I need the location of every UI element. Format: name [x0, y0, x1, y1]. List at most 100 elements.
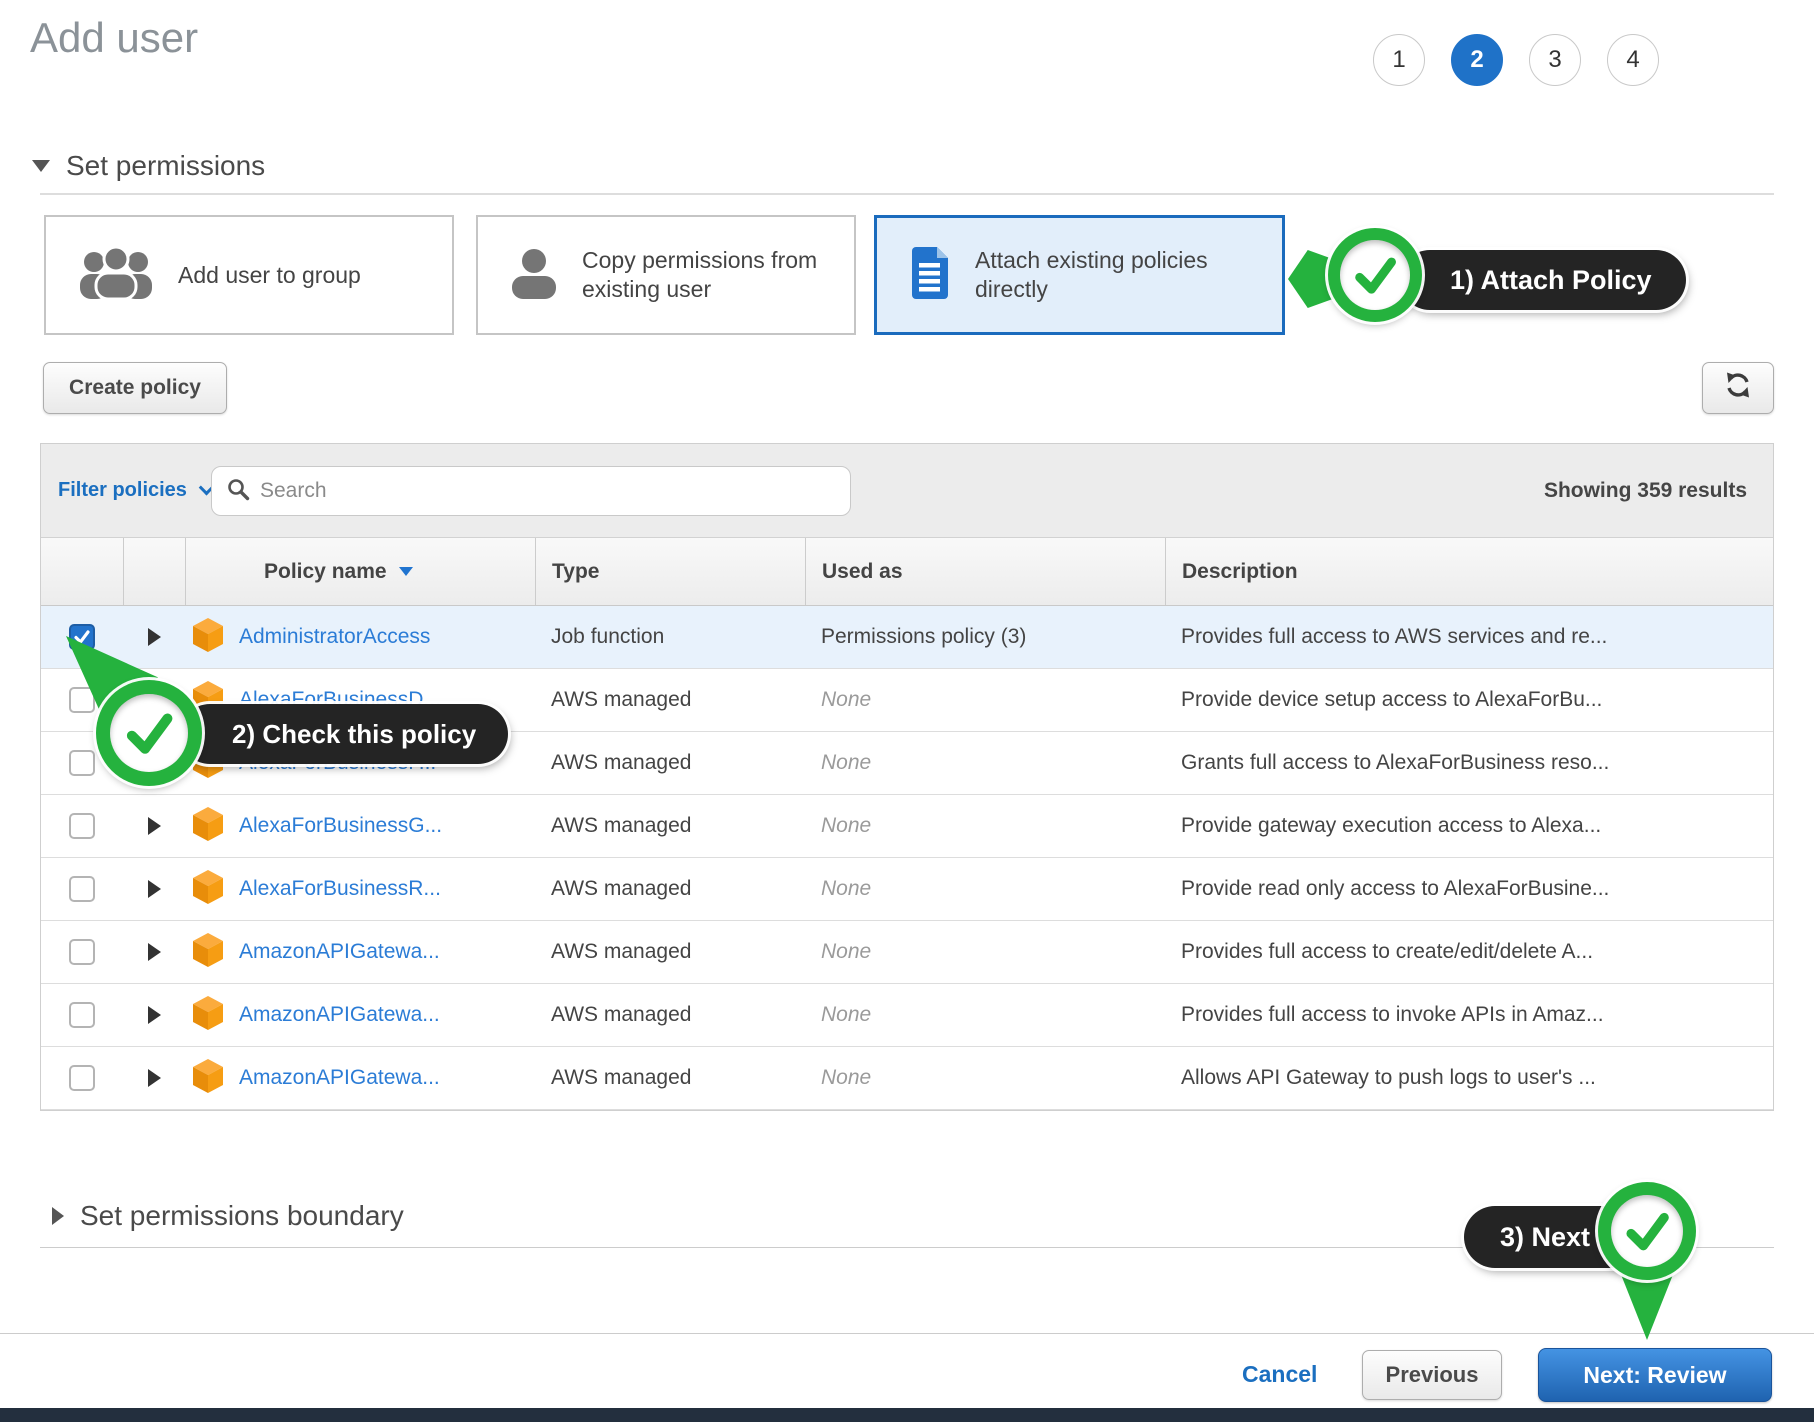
- row-checkbox[interactable]: [69, 1065, 95, 1091]
- expand-icon[interactable]: [123, 628, 185, 646]
- column-header-description[interactable]: Description: [1165, 538, 1773, 605]
- policy-icon: [193, 996, 223, 1035]
- policy-type: AWS managed: [535, 1003, 805, 1027]
- table-row: AmazonAPIGatewa... AWS managed None Prov…: [41, 921, 1773, 984]
- option-label: Copy permissions from existing user: [582, 246, 830, 304]
- annotation-attach-policy: 1) Attach Policy: [1400, 250, 1686, 310]
- row-checkbox[interactable]: [69, 876, 95, 902]
- policy-used-as: None: [805, 940, 1165, 964]
- policies-table: Filter policies Showing 359 results Poli…: [40, 443, 1774, 1111]
- policy-name-link[interactable]: AmazonAPIGatewa...: [239, 1003, 440, 1027]
- policy-icon: [193, 933, 223, 972]
- option-copy-permissions[interactable]: Copy permissions from existing user: [476, 215, 856, 335]
- caret-down-icon: [32, 160, 50, 172]
- search-input[interactable]: [260, 479, 836, 503]
- search-icon: [226, 477, 250, 506]
- results-count: Showing 359 results: [1544, 444, 1747, 538]
- option-add-user-to-group[interactable]: Add user to group: [44, 215, 454, 335]
- annotation-check-badge: [96, 680, 202, 786]
- check-icon: [120, 704, 178, 762]
- annotation-label: 2) Check this policy: [232, 719, 476, 750]
- option-label: Attach existing policies directly: [975, 246, 1223, 304]
- annotation-check-this-policy: 2) Check this policy: [180, 704, 508, 764]
- policy-used-as: None: [805, 1003, 1165, 1027]
- policy-name-link[interactable]: AmazonAPIGatewa...: [239, 940, 440, 964]
- step-1: 1: [1373, 34, 1425, 86]
- policy-description: Provides full access to invoke APIs in A…: [1165, 1003, 1773, 1027]
- expand-icon[interactable]: [123, 1069, 185, 1087]
- column-header-policy-name[interactable]: Policy name: [185, 538, 535, 605]
- table-header: Policy name Type Used as Description: [41, 538, 1773, 606]
- policy-description: Provide gateway execution access to Alex…: [1165, 814, 1773, 838]
- annotation-label: 1) Attach Policy: [1450, 265, 1652, 296]
- row-checkbox[interactable]: [69, 813, 95, 839]
- cancel-button[interactable]: Cancel: [1242, 1348, 1317, 1400]
- row-checkbox[interactable]: [69, 939, 95, 965]
- policy-type: AWS managed: [535, 877, 805, 901]
- check-icon: [1620, 1204, 1674, 1258]
- policy-name-link[interactable]: AlexaForBusinessR...: [239, 877, 441, 901]
- section-label: Set permissions boundary: [80, 1200, 404, 1232]
- policy-icon: [193, 807, 223, 846]
- expand-icon[interactable]: [123, 880, 185, 898]
- policy-icon: [193, 870, 223, 909]
- option-label: Add user to group: [178, 261, 426, 290]
- sort-desc-icon: [399, 567, 413, 576]
- policy-type: AWS managed: [535, 1066, 805, 1090]
- page-title: Add user: [30, 14, 198, 62]
- expand-icon[interactable]: [123, 1006, 185, 1024]
- filter-policies-dropdown[interactable]: Filter policies: [58, 479, 212, 502]
- policy-description: Provides full access to AWS services and…: [1165, 625, 1773, 649]
- expand-icon[interactable]: [123, 943, 185, 961]
- previous-button[interactable]: Previous: [1362, 1350, 1502, 1400]
- row-checkbox[interactable]: [69, 1002, 95, 1028]
- next-review-button[interactable]: Next: Review: [1538, 1348, 1772, 1402]
- policy-type: AWS managed: [535, 940, 805, 964]
- column-header-used-as[interactable]: Used as: [805, 538, 1165, 605]
- section-set-permissions-boundary[interactable]: Set permissions boundary: [52, 1200, 404, 1232]
- row-checkbox[interactable]: [69, 750, 95, 776]
- step-3: 3: [1529, 34, 1581, 86]
- policy-type: AWS managed: [535, 814, 805, 838]
- column-header-type[interactable]: Type: [535, 538, 805, 605]
- policy-used-as: None: [805, 814, 1165, 838]
- table-body: AdministratorAccess Job function Permiss…: [41, 606, 1773, 1110]
- section-label: Set permissions: [66, 150, 265, 182]
- policy-name-link[interactable]: AmazonAPIGatewa...: [239, 1066, 440, 1090]
- user-icon: [510, 247, 558, 304]
- policy-icon: [193, 1059, 223, 1098]
- table-row: AlexaForBusinessR... AWS managed None Pr…: [41, 858, 1773, 921]
- policy-used-as: Permissions policy (3): [805, 625, 1165, 649]
- table-row: AmazonAPIGatewa... AWS managed None Allo…: [41, 1047, 1773, 1110]
- section-set-permissions[interactable]: Set permissions: [32, 150, 265, 182]
- step-4: 4: [1607, 34, 1659, 86]
- option-attach-existing-policies[interactable]: Attach existing policies directly: [874, 215, 1285, 335]
- caret-right-icon: [52, 1207, 64, 1225]
- policy-search-box: [211, 466, 851, 516]
- refresh-button[interactable]: [1702, 362, 1774, 414]
- policy-type: AWS managed: [535, 751, 805, 775]
- policy-used-as: None: [805, 877, 1165, 901]
- policy-type: AWS managed: [535, 688, 805, 712]
- table-row: AlexaForBusinessG... AWS managed None Pr…: [41, 795, 1773, 858]
- expand-icon[interactable]: [123, 817, 185, 835]
- section-divider: [40, 193, 1774, 195]
- policy-description: Provide device setup access to AlexaForB…: [1165, 688, 1773, 712]
- policy-name-link[interactable]: AlexaForBusinessG...: [239, 814, 442, 838]
- policy-name-link[interactable]: AdministratorAccess: [239, 625, 430, 649]
- policy-description: Provides full access to create/edit/dele…: [1165, 940, 1773, 964]
- policy-used-as: None: [805, 688, 1165, 712]
- column-label: Policy name: [264, 560, 387, 584]
- policy-description: Grants full access to AlexaForBusiness r…: [1165, 751, 1773, 775]
- policy-icon: [193, 618, 223, 657]
- table-filter-bar: Filter policies Showing 359 results: [41, 444, 1773, 538]
- create-policy-button[interactable]: Create policy: [43, 362, 227, 414]
- wizard-steps: 1 2 3 4: [1373, 34, 1659, 86]
- step-2: 2: [1451, 34, 1503, 86]
- document-icon: [909, 247, 951, 304]
- policy-type: Job function: [535, 625, 805, 649]
- users-group-icon: [78, 247, 154, 304]
- policy-used-as: None: [805, 751, 1165, 775]
- annotation-label: 3) Next: [1500, 1222, 1590, 1253]
- policy-description: Allows API Gateway to push logs to user'…: [1165, 1066, 1773, 1090]
